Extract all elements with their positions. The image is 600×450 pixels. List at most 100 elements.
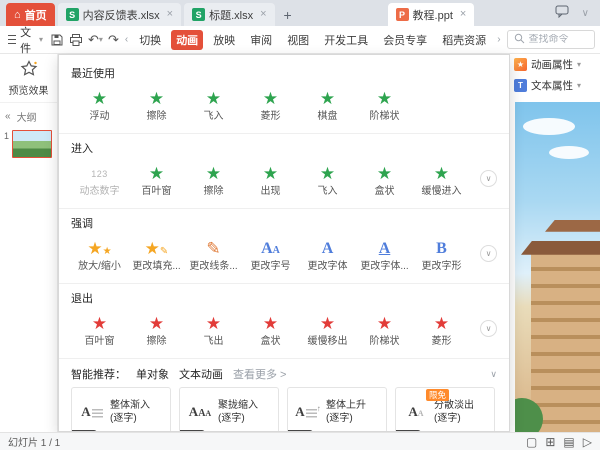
- animation-item[interactable]: ★阶梯状: [356, 308, 413, 352]
- close-icon[interactable]: ×: [460, 9, 466, 20]
- animation-item[interactable]: ★缓慢进入: [413, 158, 470, 202]
- ribbon-scroll-right-icon[interactable]: ›: [496, 34, 501, 45]
- card-title: 聚拢缩入: [218, 400, 258, 411]
- animation-item[interactable]: ★飞入: [299, 158, 356, 202]
- animation-item[interactable]: ★盒状: [242, 308, 299, 352]
- ribbon-tab-view[interactable]: 视图: [282, 30, 314, 50]
- right-sidebar: ★ 动画属性 ▾ T 文本属性 ▾: [510, 54, 600, 432]
- slideshow-icon[interactable]: ▷: [583, 436, 592, 448]
- ribbon-tab-animation[interactable]: 动画: [171, 30, 203, 50]
- ribbon-tab-transitions[interactable]: 切换: [134, 30, 166, 50]
- command-search-box[interactable]: [507, 30, 595, 49]
- document-tab-bar: ⌂ 首页 S 内容反馈表.xlsx × S 标题.xlsx × + P 教程.p…: [0, 0, 600, 26]
- card-suffix: (逐字): [434, 413, 461, 424]
- section-row-recent: ★浮动 ★擦除 ★飞入 ★菱形 ★棋盘 ★阶梯状: [71, 83, 497, 127]
- star-icon: ★: [356, 312, 413, 336]
- chevron-down-icon[interactable]: ∨: [581, 8, 590, 19]
- print-icon[interactable]: [69, 31, 83, 49]
- search-input[interactable]: [529, 34, 591, 45]
- animation-item[interactable]: ★擦除: [185, 158, 242, 202]
- animation-item[interactable]: ★菱形: [242, 83, 299, 127]
- animation-item[interactable]: B更改字形: [413, 233, 470, 277]
- outline-tab-label[interactable]: 大纲: [17, 109, 37, 124]
- animation-item[interactable]: ★飞入: [185, 83, 242, 127]
- animation-item[interactable]: ★擦除: [128, 308, 185, 352]
- ribbon-tab-review[interactable]: 审阅: [245, 30, 277, 50]
- ribbon-tab-membership[interactable]: 会员专享: [378, 30, 432, 50]
- animation-item[interactable]: A更改字体...: [356, 233, 413, 277]
- panel-collapse-icon[interactable]: ∨: [490, 369, 497, 380]
- animation-item[interactable]: ✎更改线条...: [185, 233, 242, 277]
- card-title: 分散淡出: [434, 400, 474, 411]
- animation-item[interactable]: AA更改字号: [242, 233, 299, 277]
- chevron-down-icon: ▾: [577, 60, 581, 69]
- new-tab-button[interactable]: +: [278, 3, 298, 26]
- section-divider: [59, 133, 509, 134]
- recommend-card[interactable]: AA 分散淡出(逐字) 限免 文本: [395, 387, 495, 432]
- section-expand-icon[interactable]: ∨: [480, 245, 497, 262]
- comment-icon[interactable]: [555, 5, 569, 21]
- animation-item-label: 更改字体...: [356, 261, 413, 273]
- save-icon[interactable]: [50, 31, 64, 49]
- slide-thumbnail-image[interactable]: [12, 130, 52, 158]
- slide-sorter-icon[interactable]: ⊞: [545, 436, 555, 448]
- ribbon-scroll-left-icon[interactable]: ‹: [124, 34, 129, 45]
- ribbon-tab-slideshow[interactable]: 放映: [208, 30, 240, 50]
- animation-item[interactable]: ★✎更改填充...: [128, 233, 185, 277]
- animation-item[interactable]: ★百叶窗: [128, 158, 185, 202]
- undo-icon[interactable]: ↶▾: [88, 31, 103, 49]
- animation-item[interactable]: ★浮动: [71, 83, 128, 127]
- animation-item[interactable]: ★★放大/缩小: [71, 233, 128, 277]
- doc-tab-label: 内容反馈表.xlsx: [83, 7, 160, 23]
- animation-item[interactable]: ★出现: [242, 158, 299, 202]
- recommend-card[interactable]: A 整体渐入(逐字) 文本: [71, 387, 171, 432]
- normal-view-icon[interactable]: ▢: [526, 436, 537, 448]
- star-icon: ★: [71, 87, 128, 111]
- animation-item-label: 更改填充...: [128, 261, 185, 273]
- animation-property-button[interactable]: ★ 动画属性 ▾: [510, 54, 600, 75]
- slide-canvas[interactable]: [515, 102, 600, 432]
- slide-list-item-1[interactable]: 1: [0, 129, 57, 158]
- notes-view-icon[interactable]: ▤: [563, 436, 574, 448]
- smart-filter-text-animation[interactable]: 文本动画: [179, 366, 223, 382]
- recommend-card[interactable]: AAA 聚拢缩入(逐字) 文本: [179, 387, 279, 432]
- smart-recommend-row: 智能推荐： 单对象 文本动画 查看更多 > ∨: [71, 366, 497, 382]
- animation-item-label: 擦除: [185, 186, 242, 198]
- animation-item[interactable]: ★飞出: [185, 308, 242, 352]
- animation-item[interactable]: ★擦除: [128, 83, 185, 127]
- spreadsheet-s-icon: S: [66, 8, 79, 21]
- animation-item[interactable]: ★百叶窗: [71, 308, 128, 352]
- ribbon-tab-dev-tools[interactable]: 开发工具: [319, 30, 373, 50]
- animation-item[interactable]: ★盒状: [356, 158, 413, 202]
- animation-item[interactable]: A更改字体: [299, 233, 356, 277]
- recommend-card[interactable]: A↑ 整体上升(逐字) 文本: [287, 387, 387, 432]
- animation-item[interactable]: ★棋盘: [299, 83, 356, 127]
- file-menu-label: 文件: [20, 24, 35, 56]
- star-icon: ★: [413, 162, 470, 186]
- section-expand-icon[interactable]: ∨: [480, 170, 497, 187]
- doc-tab-title-xlsx[interactable]: S 标题.xlsx ×: [184, 3, 274, 26]
- animation-item[interactable]: ★菱形: [413, 308, 470, 352]
- star-icon: ★: [356, 162, 413, 186]
- doc-tab-tutorial-ppt[interactable]: P 教程.ppt ×: [388, 3, 475, 26]
- ribbon-tab-docer-resources[interactable]: 稻壳资源: [437, 30, 491, 50]
- doc-tab-feedback-xlsx[interactable]: S 内容反馈表.xlsx ×: [58, 3, 181, 26]
- redo-icon[interactable]: ↷: [108, 31, 119, 49]
- close-icon[interactable]: ×: [260, 9, 266, 20]
- section-expand-icon[interactable]: ∨: [480, 320, 497, 337]
- file-menu-button[interactable]: 文件 ▾: [8, 24, 43, 56]
- chevron-down-icon: ▾: [577, 81, 581, 90]
- animation-item-label: 浮动: [71, 111, 128, 123]
- see-more-link[interactable]: 查看更多 >: [233, 366, 286, 382]
- animation-item[interactable]: ★阶梯状: [356, 83, 413, 127]
- preview-effects-button[interactable]: 预览效果: [0, 54, 57, 103]
- animation-item[interactable]: ★缓慢移出: [299, 308, 356, 352]
- animation-item[interactable]: 123动态数字: [71, 158, 128, 202]
- collapse-panel-icon[interactable]: «: [5, 111, 11, 122]
- animation-item-label: 更改线条...: [185, 261, 242, 273]
- wps-presentation-window: ⌂ 首页 S 内容反馈表.xlsx × S 标题.xlsx × + P 教程.p…: [0, 0, 600, 450]
- smart-filter-object[interactable]: 单对象: [136, 366, 169, 382]
- text-property-button[interactable]: T 文本属性 ▾: [510, 75, 600, 96]
- close-icon[interactable]: ×: [167, 9, 173, 20]
- star-icon: ★: [71, 312, 128, 336]
